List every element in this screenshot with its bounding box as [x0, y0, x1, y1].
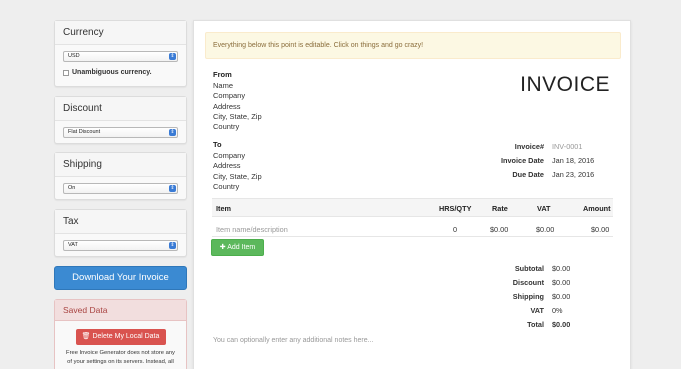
currency-panel: Currency USD ⇕ Unambiguous currency. — [54, 20, 187, 87]
currency-select[interactable]: USD ⇕ — [63, 51, 178, 62]
to-city[interactable]: City, State, Zip — [213, 172, 262, 182]
currency-select-value: USD — [68, 53, 80, 59]
total-value: $0.00 — [552, 320, 571, 329]
checkbox-icon — [63, 69, 69, 76]
from-address-line[interactable]: Address — [213, 102, 262, 112]
from-city[interactable]: City, State, Zip — [213, 112, 262, 122]
discount-value[interactable]: $0.00 — [552, 278, 570, 287]
discount-panel: Discount Flat Discount ⇕ — [54, 96, 187, 144]
col-item: Item — [216, 204, 232, 213]
invoice-date-label: Invoice Date — [501, 156, 544, 165]
from-address[interactable]: Name Company Address City, State, Zip Co… — [213, 81, 262, 132]
to-company[interactable]: Company — [213, 151, 262, 161]
to-address[interactable]: Company Address City, State, Zip Country — [213, 151, 262, 192]
invoice-number-input[interactable]: INV-0001 — [552, 142, 582, 151]
saved-data-panel: Saved Data 🗑 Delete My Local Data Free I… — [54, 299, 187, 369]
col-amount: Amount — [583, 204, 611, 213]
add-item-label: Add Item — [227, 244, 256, 251]
discount-select-value: Flat Discount — [68, 129, 101, 135]
tax-select[interactable]: VAT ⇕ — [63, 240, 178, 251]
from-company[interactable]: Company — [213, 91, 262, 101]
discount-select[interactable]: Flat Discount ⇕ — [63, 127, 178, 138]
select-arrow-icon: ⇕ — [169, 129, 176, 136]
unambiguous-currency-checkbox[interactable]: Unambiguous currency. — [63, 69, 178, 76]
item-rate-input[interactable]: $0.00 — [490, 225, 508, 234]
select-arrow-icon: ⇕ — [169, 185, 176, 192]
select-arrow-icon: ⇕ — [169, 53, 176, 60]
subtotal-label: Subtotal — [514, 264, 544, 273]
row-divider — [212, 236, 613, 237]
vat-label: VAT — [530, 306, 544, 315]
trash-icon: 🗑 — [81, 333, 93, 340]
saved-data-heading: Saved Data — [55, 300, 186, 321]
shipping-select[interactable]: On ⇕ — [63, 183, 178, 194]
shipping-label: Shipping — [512, 292, 544, 301]
delete-local-data-button[interactable]: 🗑 Delete My Local Data — [75, 329, 166, 345]
invoice-date-input[interactable]: Jan 18, 2016 — [552, 156, 594, 165]
tax-panel: Tax VAT ⇕ — [54, 209, 187, 257]
total-label: Total — [527, 320, 544, 329]
item-qty-input[interactable]: 0 — [453, 225, 457, 234]
download-invoice-button[interactable]: Download Your Invoice — [54, 266, 187, 290]
col-qty: HRS/QTY — [439, 204, 472, 213]
tax-heading: Tax — [55, 210, 186, 234]
shipping-value[interactable]: $0.00 — [552, 292, 570, 301]
from-name[interactable]: Name — [213, 81, 262, 91]
shipping-select-value: On — [68, 185, 76, 191]
item-amount-value: $0.00 — [591, 225, 610, 234]
invoice-sheet: Everything below this point is editable.… — [193, 20, 631, 369]
invoice-number-label: Invoice# — [514, 142, 544, 151]
currency-heading: Currency — [55, 21, 186, 45]
vat-value[interactable]: 0% — [552, 306, 563, 315]
shipping-heading: Shipping — [55, 153, 186, 177]
to-address-line[interactable]: Address — [213, 161, 262, 171]
add-item-button[interactable]: ✚ Add Item — [211, 239, 264, 256]
col-rate: Rate — [492, 204, 508, 213]
from-country[interactable]: Country — [213, 122, 262, 132]
notes-input[interactable]: You can optionally enter any additional … — [213, 337, 373, 344]
delete-local-data-label: Delete My Local Data — [92, 333, 160, 340]
saved-data-text: Free Invoice Generator does not store an… — [66, 350, 175, 365]
subtotal-value: $0.00 — [552, 264, 571, 273]
item-vat-value: $0.00 — [536, 225, 555, 234]
editable-notice: Everything below this point is editable.… — [205, 32, 621, 59]
to-country[interactable]: Country — [213, 182, 262, 192]
tax-select-value: VAT — [68, 242, 78, 248]
to-label: To — [213, 140, 222, 149]
select-arrow-icon: ⇕ — [169, 242, 176, 249]
discount-label: Discount — [512, 278, 544, 287]
shipping-panel: Shipping On ⇕ — [54, 152, 187, 200]
items-table-header: Item HRS/QTY Rate VAT Amount — [212, 198, 613, 217]
due-date-input[interactable]: Jan 23, 2016 — [552, 170, 594, 179]
unambiguous-currency-label: Unambiguous currency. — [72, 69, 152, 76]
col-vat: VAT — [537, 204, 551, 213]
item-description-input[interactable]: Item name/description — [216, 225, 288, 234]
due-date-label: Due Date — [512, 170, 544, 179]
from-label: From — [213, 70, 232, 79]
discount-heading: Discount — [55, 97, 186, 121]
invoice-title[interactable]: INVOICE — [520, 73, 610, 97]
